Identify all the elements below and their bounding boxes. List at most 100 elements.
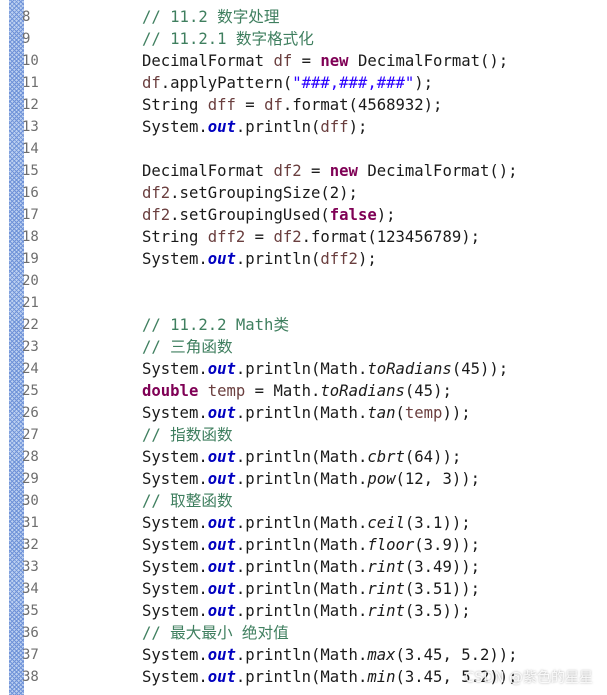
code-line[interactable]: 20 xyxy=(0,270,607,292)
code-token: df2 xyxy=(142,184,171,202)
code-text[interactable]: System.out.println(Math.min(3.45, 5.2)); xyxy=(142,666,518,688)
code-line[interactable]: 8 // 11.2 数字处理 xyxy=(0,6,607,28)
code-token: dff2 xyxy=(207,228,246,246)
code-token: DecimalFormat xyxy=(142,52,274,70)
code-line[interactable]: 37 System.out.println(Math.max(3.45, 5.2)… xyxy=(0,644,607,666)
code-token: new xyxy=(329,162,358,180)
code-line[interactable]: 21 xyxy=(0,292,607,314)
code-line[interactable]: 30 // 取整函数 xyxy=(0,490,607,512)
code-text[interactable]: df2.setGroupingUsed(false); xyxy=(142,204,396,226)
code-text[interactable]: System.out.println(Math.tan(temp)); xyxy=(142,402,471,424)
code-token: System. xyxy=(142,404,208,422)
code-line[interactable]: 13 System.out.println(dff); xyxy=(0,116,607,138)
line-number: 8 xyxy=(22,9,31,25)
code-line[interactable]: 32 System.out.println(Math.floor(3.9)); xyxy=(0,534,607,556)
code-token: ceil xyxy=(367,514,405,532)
code-token: out xyxy=(207,404,236,422)
code-line[interactable]: 18 String dff2 = df2.format(123456789); xyxy=(0,226,607,248)
code-line[interactable]: 22 // 11.2.2 Math类 xyxy=(0,314,607,336)
code-text[interactable]: System.out.println(Math.cbrt(64)); xyxy=(142,446,461,468)
code-line[interactable]: 31 System.out.println(Math.ceil(3.1)); xyxy=(0,512,607,534)
code-text[interactable]: // 取整函数 xyxy=(142,490,233,512)
line-number: 16 xyxy=(22,185,39,201)
code-line[interactable]: 10 DecimalFormat df = new DecimalFormat()… xyxy=(0,50,607,72)
code-token: String xyxy=(142,96,208,114)
code-text[interactable]: // 11.2.2 Math类 xyxy=(142,314,289,336)
code-text[interactable]: // 最大最小 绝对值 xyxy=(142,622,289,644)
code-token: (3.9)); xyxy=(414,536,480,554)
code-line[interactable]: 19 System.out.println(dff2); xyxy=(0,248,607,270)
code-text[interactable]: df.applyPattern("###,###,###"); xyxy=(142,72,433,94)
code-token: .applyPattern( xyxy=(160,74,293,92)
code-line[interactable]: 17 df2.setGroupingUsed(false); xyxy=(0,204,607,226)
code-text[interactable]: String dff = df.format(4568932); xyxy=(142,94,442,116)
code-editor[interactable]: 8 // 11.2 数字处理 9 // 11.2.1 数字格式化 10 DecimalFo… xyxy=(0,0,607,695)
code-text[interactable]: System.out.println(Math.rint(3.49)); xyxy=(142,556,480,578)
code-line[interactable]: 27 // 指数函数 xyxy=(0,424,607,446)
code-token: System. xyxy=(142,646,208,664)
code-line[interactable]: 33 System.out.println(Math.rint(3.49)); xyxy=(0,556,607,578)
line-number: 26 xyxy=(22,405,39,421)
code-text[interactable]: // 11.2 数字处理 xyxy=(142,6,280,28)
code-line[interactable]: 26 System.out.println(Math.tan(temp)); xyxy=(0,402,607,424)
code-text[interactable]: System.out.println(dff2); xyxy=(142,248,377,270)
code-token: ( xyxy=(395,404,405,422)
code-line[interactable]: 23 // 三角函数 xyxy=(0,336,607,358)
code-text[interactable]: df2.setGroupingSize(2); xyxy=(142,182,358,204)
code-token: .println(Math. xyxy=(235,668,368,686)
code-line[interactable]: 14 xyxy=(0,138,607,160)
code-text[interactable]: System.out.println(Math.floor(3.9)); xyxy=(142,534,480,556)
code-text[interactable]: // 11.2.1 数字格式化 xyxy=(142,28,314,50)
code-text[interactable]: // 三角函数 xyxy=(142,336,233,358)
line-number: 17 xyxy=(22,207,39,223)
line-number: 30 xyxy=(22,493,39,509)
code-text[interactable]: System.out.println(Math.max(3.45, 5.2)); xyxy=(142,644,518,666)
code-token: out xyxy=(207,580,236,598)
code-text[interactable]: DecimalFormat df = new DecimalFormat(); xyxy=(142,50,508,72)
code-line[interactable]: 36 // 最大最小 绝对值 xyxy=(0,622,607,644)
code-text[interactable]: // 指数函数 xyxy=(142,424,233,446)
code-token: .println(Math. xyxy=(235,448,368,466)
code-line[interactable]: 34 System.out.println(Math.rint(3.51)); xyxy=(0,578,607,600)
code-token: ); xyxy=(376,206,396,224)
code-line[interactable]: 29 System.out.println(Math.pow(12, 3)); xyxy=(0,468,607,490)
code-text[interactable]: double temp = Math.toRadians(45); xyxy=(142,380,452,402)
code-token: .setGroupingSize(2); xyxy=(170,184,358,202)
code-line[interactable]: 12 String dff = df.format(4568932); xyxy=(0,94,607,116)
code-text[interactable]: System.out.println(Math.rint(3.5)); xyxy=(142,600,471,622)
code-text[interactable]: System.out.println(dff); xyxy=(142,116,367,138)
line-number: 35 xyxy=(22,603,39,619)
code-line[interactable]: 28 System.out.println(Math.cbrt(64)); xyxy=(0,446,607,468)
code-token: String xyxy=(142,228,208,246)
code-token: .println(Math. xyxy=(235,646,368,664)
code-text[interactable]: System.out.println(Math.toRadians(45)); xyxy=(142,358,508,380)
code-token: temp xyxy=(207,382,246,400)
code-token: "###,###,###" xyxy=(292,74,415,92)
code-token: (12, 3)); xyxy=(395,470,481,488)
code-line[interactable]: 9 // 11.2.1 数字格式化 xyxy=(0,28,607,50)
code-line[interactable]: 25 double temp = Math.toRadians(45); xyxy=(0,380,607,402)
code-text[interactable]: System.out.println(Math.pow(12, 3)); xyxy=(142,468,480,490)
code-text[interactable]: String dff2 = df2.format(123456789); xyxy=(142,226,480,248)
code-token: df2 xyxy=(273,228,302,246)
code-text[interactable]: DecimalFormat df2 = new DecimalFormat(); xyxy=(142,160,518,182)
code-text[interactable]: System.out.println(Math.ceil(3.1)); xyxy=(142,512,471,534)
code-token: tan xyxy=(367,404,396,422)
code-token: cbrt xyxy=(367,448,405,466)
code-token: = xyxy=(292,52,321,70)
code-line[interactable]: 15 DecimalFormat df2 = new DecimalFormat(… xyxy=(0,160,607,182)
line-number: 23 xyxy=(22,339,39,355)
code-token: dff2 xyxy=(320,250,358,268)
code-line[interactable]: 35 System.out.println(Math.rint(3.5)); xyxy=(0,600,607,622)
line-number: 19 xyxy=(22,251,39,267)
code-token: ); xyxy=(348,118,368,136)
code-token: double xyxy=(142,382,199,400)
code-text[interactable]: System.out.println(Math.rint(3.51)); xyxy=(142,578,480,600)
code-line[interactable]: 16 df2.setGroupingSize(2); xyxy=(0,182,607,204)
line-number: 18 xyxy=(22,229,39,245)
code-line[interactable]: 11 df.applyPattern("###,###,###"); xyxy=(0,72,607,94)
code-token: df xyxy=(264,96,283,114)
code-token: 数字格式化 xyxy=(235,30,314,48)
code-line[interactable]: 24 System.out.println(Math.toRadians(45))… xyxy=(0,358,607,380)
